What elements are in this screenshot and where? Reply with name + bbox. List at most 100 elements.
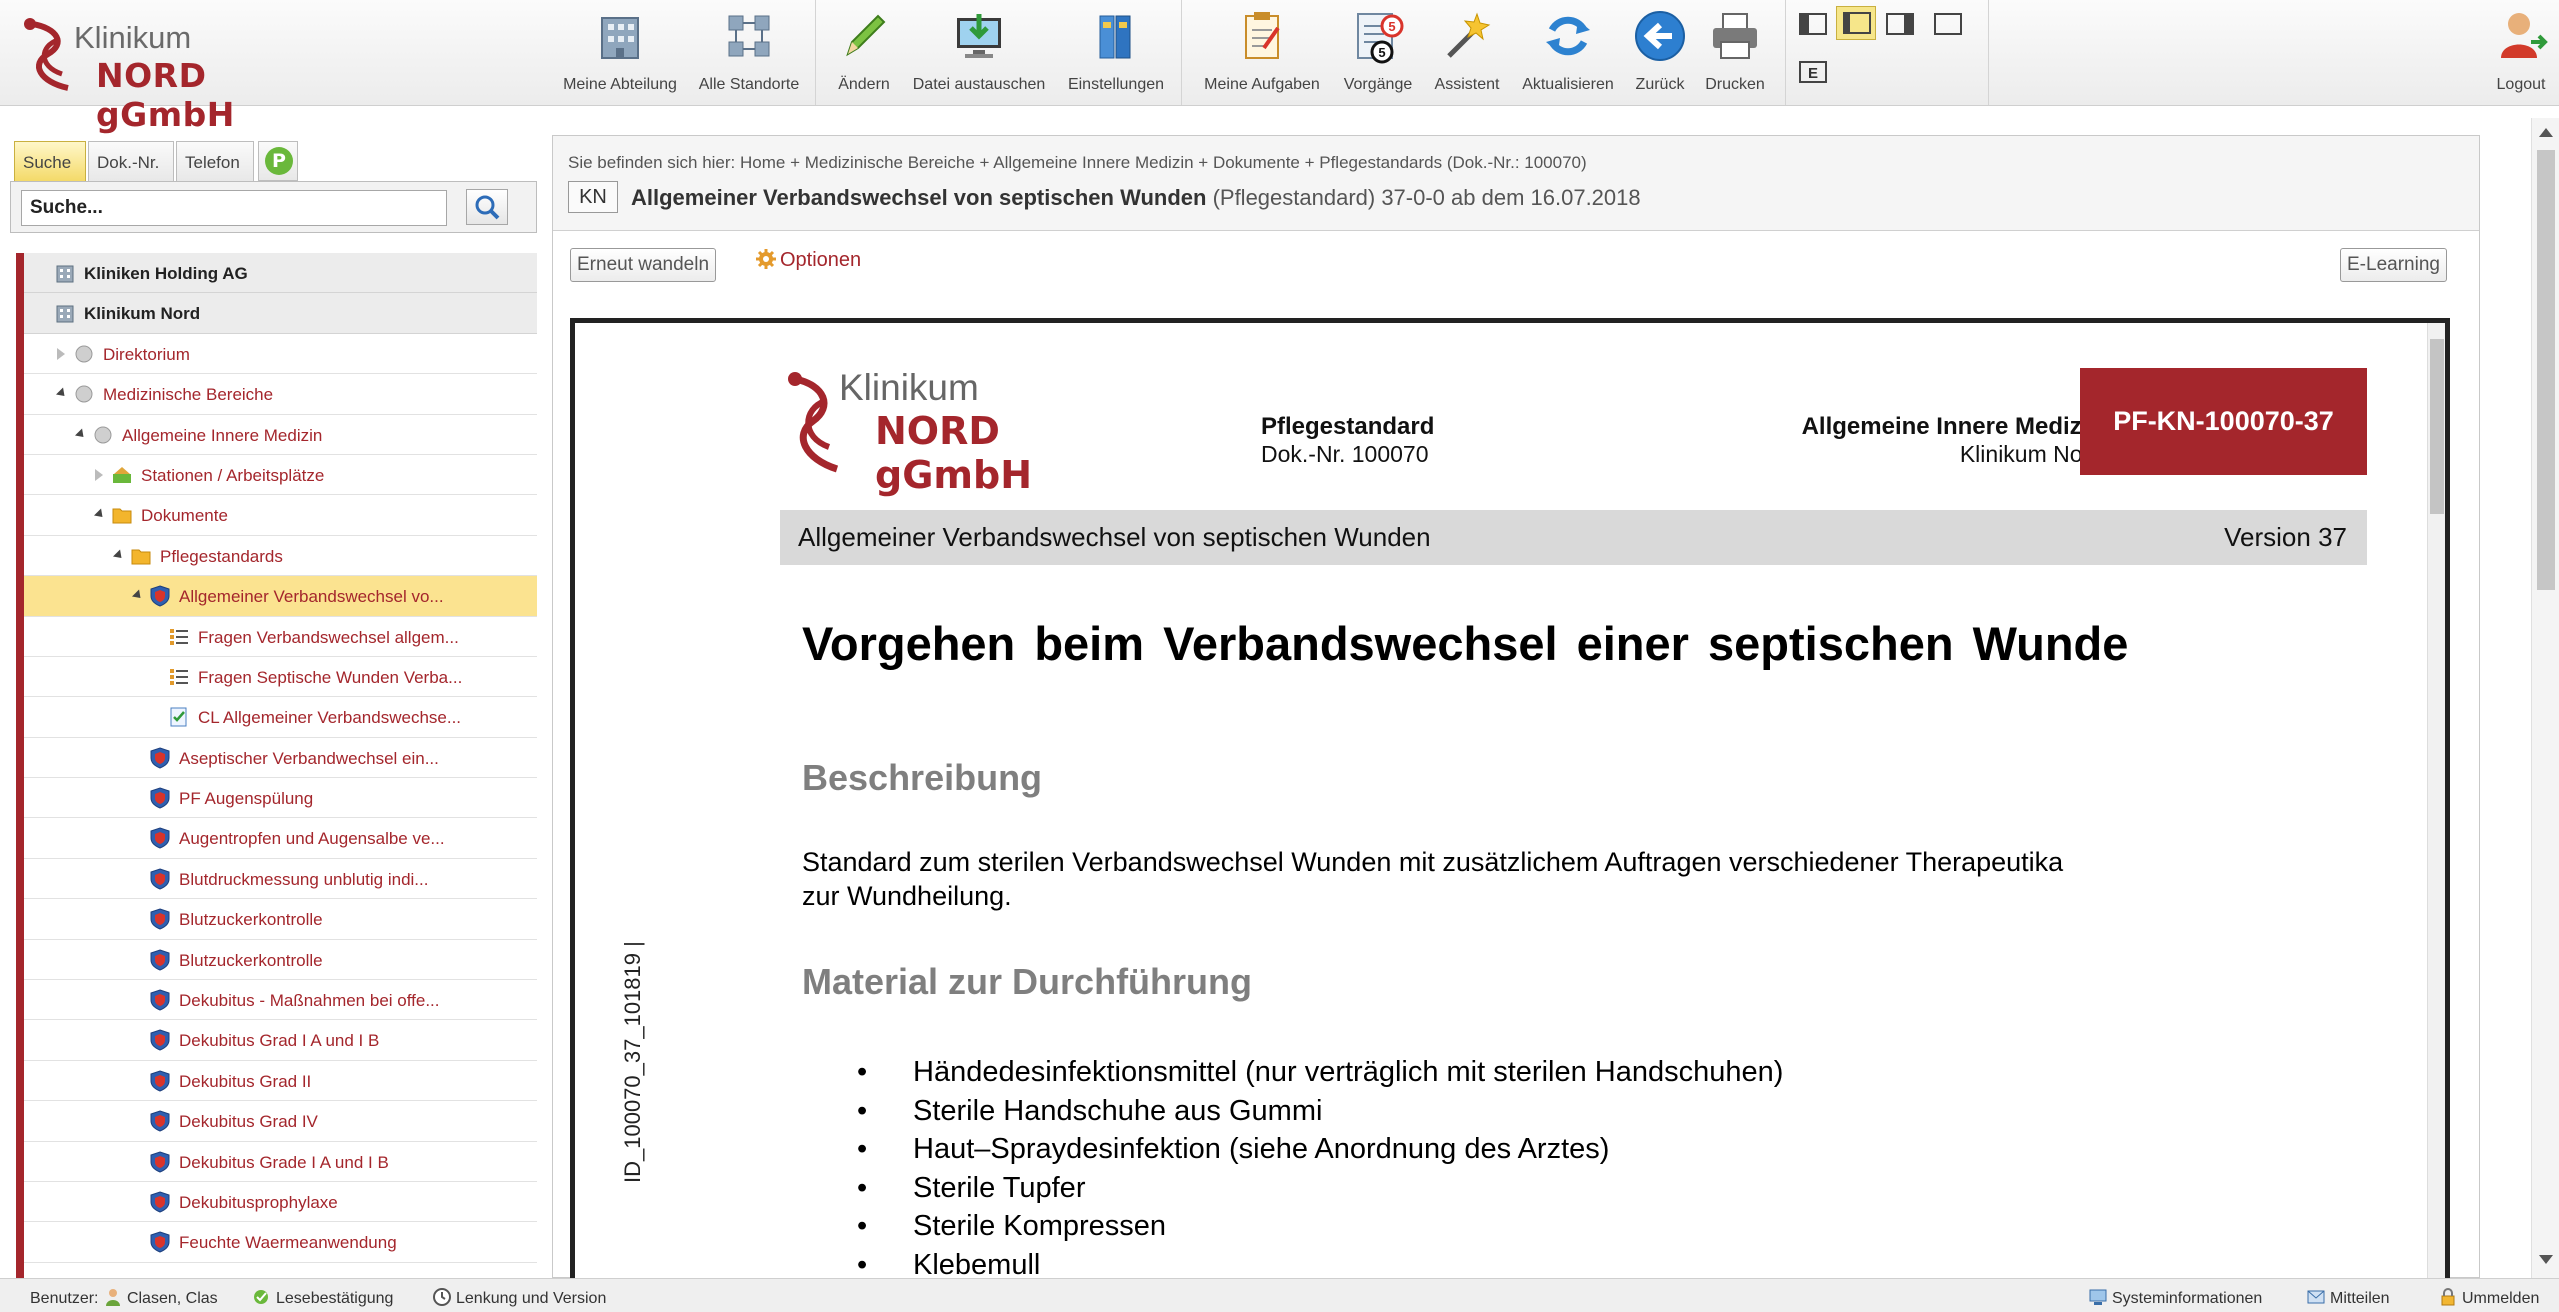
vorgaenge-badge-red: 5: [1388, 19, 1395, 34]
zurueck-button[interactable]: Zurück: [1628, 4, 1692, 100]
tree-item[interactable]: Medizinische Bereiche: [24, 374, 537, 415]
description-paragraph: Standard zum sterilen Verbandswechsel Wu…: [802, 847, 2064, 911]
logout-label: Logout: [2496, 76, 2546, 93]
zurueck-label: Zurück: [1635, 76, 1685, 93]
vorgaenge-button[interactable]: 5 5 Vorgänge: [1334, 4, 1422, 100]
tree-item[interactable]: Augentropfen und Augensalbe ve...: [24, 818, 537, 859]
logout-button[interactable]: Logout: [2486, 4, 2556, 100]
tree-item[interactable]: Dekubitus Grade I A und I B: [24, 1141, 537, 1182]
tree-item-label: Dekubitus Grad II: [179, 1071, 312, 1091]
layout-right-panel-button[interactable]: [1880, 8, 1920, 42]
status-user[interactable]: Benutzer: Clasen, Clas: [30, 1287, 218, 1308]
tree-item[interactable]: Blutzuckerkontrolle: [24, 899, 537, 940]
page-scrollbar[interactable]: [2531, 118, 2559, 1278]
lenkung-label: Lenkung und Version: [456, 1290, 607, 1307]
viewer-scrollbar[interactable]: [2427, 323, 2445, 1278]
tree-item[interactable]: Kliniken Holding AG: [24, 253, 537, 294]
tree-item[interactable]: Dekubitusprophylaxe: [24, 1181, 537, 1223]
navigation-panel: Suche Dok.-Nr. Telefon P Suche... Klinik…: [10, 135, 537, 1278]
system-info-icon: [2089, 1289, 2107, 1305]
aktualisieren-button[interactable]: Aktualisieren: [1512, 4, 1624, 100]
assistent-button[interactable]: Assistent: [1428, 4, 1506, 100]
task-clipboard-icon: [1245, 12, 1280, 59]
scroll-down-icon[interactable]: [2539, 1255, 2553, 1264]
expanded-toggle-icon[interactable]: [131, 589, 145, 602]
drucken-button[interactable]: Drucken: [1698, 4, 1772, 100]
page-scrollbar-thumb[interactable]: [2537, 150, 2555, 590]
message-icon: [2307, 1290, 2325, 1304]
tree-item[interactable]: Dekubitus Grad I A und I B: [24, 1020, 537, 1061]
ummelden-link[interactable]: Ummelden: [2438, 1287, 2539, 1308]
tree-item[interactable]: Blutzuckerkontrolle: [24, 939, 537, 981]
document-viewer[interactable]: ID_100070_37_101819 | Klinikum NORD gGmb…: [570, 318, 2450, 1278]
toolbar-separator: [1988, 0, 1989, 105]
tree-item[interactable]: Fragen Verbandswechsel allgem...: [24, 616, 537, 657]
tree-item[interactable]: Pflegestandards: [24, 535, 537, 577]
tree-item[interactable]: Direktorium: [24, 333, 537, 375]
optionen-label: Optionen: [780, 249, 862, 271]
tree-item[interactable]: Klinikum Nord: [24, 293, 537, 334]
mitteilen-link[interactable]: Mitteilen: [2306, 1287, 2390, 1308]
layout-e-label: E: [1808, 65, 1818, 82]
systeminformationen-link[interactable]: Systeminformationen: [2088, 1287, 2262, 1308]
layout-e-button[interactable]: E: [1793, 56, 1833, 90]
p-badge-icon: P: [265, 147, 293, 175]
einstellungen-button[interactable]: Einstellungen: [1058, 4, 1174, 100]
expanded-toggle-icon[interactable]: [93, 508, 107, 521]
tree-item[interactable]: Dekubitus Grad II: [24, 1060, 537, 1102]
tree-item[interactable]: Aseptischer Verbandwechsel ein...: [24, 737, 537, 779]
layout-both-panels-button[interactable]: [1836, 6, 1876, 40]
expanded-toggle-icon[interactable]: [112, 549, 126, 562]
tab-dok-nr[interactable]: Dok.-Nr.: [88, 141, 174, 181]
tree-item[interactable]: Stationen / Arbeitsplätze: [24, 454, 537, 496]
locations-icon: [728, 15, 770, 57]
document-logo-line1: Klinikum: [839, 367, 979, 408]
tree-item[interactable]: Feuchte Waermeanwendung: [24, 1222, 537, 1263]
document-title-bar: Allgemeiner Verbandswechsel von septisch…: [780, 510, 2367, 565]
meine-abteilung-button[interactable]: Meine Abteilung: [555, 4, 685, 100]
meine-aufgaben-button[interactable]: Meine Aufgaben: [1196, 4, 1328, 100]
viewer-scrollbar-thumb[interactable]: [2430, 339, 2444, 514]
expanded-toggle-icon[interactable]: [74, 428, 88, 441]
tree-item[interactable]: CL Allgemeiner Verbandswechse...: [24, 697, 537, 738]
expanded-toggle-icon[interactable]: [55, 387, 69, 400]
lesebestaetigung-link[interactable]: Lesebestätigung: [252, 1287, 393, 1308]
checklist-icon: [168, 706, 190, 728]
e-learning-button[interactable]: E-Learning: [2340, 248, 2447, 282]
read-confirm-icon: [254, 1290, 268, 1304]
tree-item[interactable]: Dekubitus Grad IV: [24, 1101, 537, 1142]
collapsed-toggle-icon[interactable]: [95, 468, 103, 481]
vorgaenge-label: Vorgänge: [1343, 76, 1413, 93]
tree-item[interactable]: Allgemeiner Verbandswechsel vo...: [24, 576, 537, 617]
breadcrumb[interactable]: Sie befinden sich hier: Home + Medizinis…: [568, 153, 1587, 173]
tree-item[interactable]: Allgemeine Innere Medizin: [24, 414, 537, 455]
aendern-button[interactable]: Ändern: [826, 4, 902, 100]
shield-icon: [149, 585, 171, 607]
tree-item[interactable]: Fragen Septische Wunden Verba...: [24, 656, 537, 698]
tab-parking[interactable]: P: [258, 141, 298, 181]
datei-austauschen-button[interactable]: Datei austauschen: [906, 4, 1052, 100]
layout-left-panel-button[interactable]: [1793, 8, 1833, 42]
tree-item[interactable]: Dekubitus - Maßnahmen bei offe...: [24, 980, 537, 1021]
scroll-up-icon[interactable]: [2539, 128, 2553, 137]
tree-item[interactable]: Blutdruckmessung unblutig indi...: [24, 858, 537, 900]
toolbar-separator: [815, 0, 816, 105]
tree-item[interactable]: PF Augenspülung: [24, 778, 537, 819]
printer-icon: [1713, 13, 1757, 59]
klinikum-logo[interactable]: Klinikum NORD gGmbH: [18, 10, 338, 134]
tree-item[interactable]: Dokumente: [24, 495, 537, 536]
tab-telefon[interactable]: Telefon: [176, 141, 254, 181]
optionen-button[interactable]: Optionen: [756, 249, 861, 272]
layout-full-button[interactable]: [1928, 8, 1968, 42]
search-input[interactable]: Suche...: [21, 190, 447, 226]
tree-item-label: Pflegestandards: [160, 546, 283, 566]
search-button[interactable]: [466, 189, 508, 225]
tab-suche[interactable]: Suche: [14, 141, 86, 181]
lesebestaetigung-label: Lesebestätigung: [276, 1290, 394, 1307]
lenkung-link[interactable]: Lenkung und Version: [432, 1287, 606, 1308]
collapsed-toggle-icon[interactable]: [57, 347, 65, 360]
erneut-wandeln-button[interactable]: Erneut wandeln: [570, 248, 717, 282]
alle-standorte-button[interactable]: Alle Standorte: [690, 4, 808, 100]
vorgaenge-badge-black: 5: [1378, 45, 1385, 60]
tree-item-label: PF Augenspülung: [179, 789, 314, 809]
